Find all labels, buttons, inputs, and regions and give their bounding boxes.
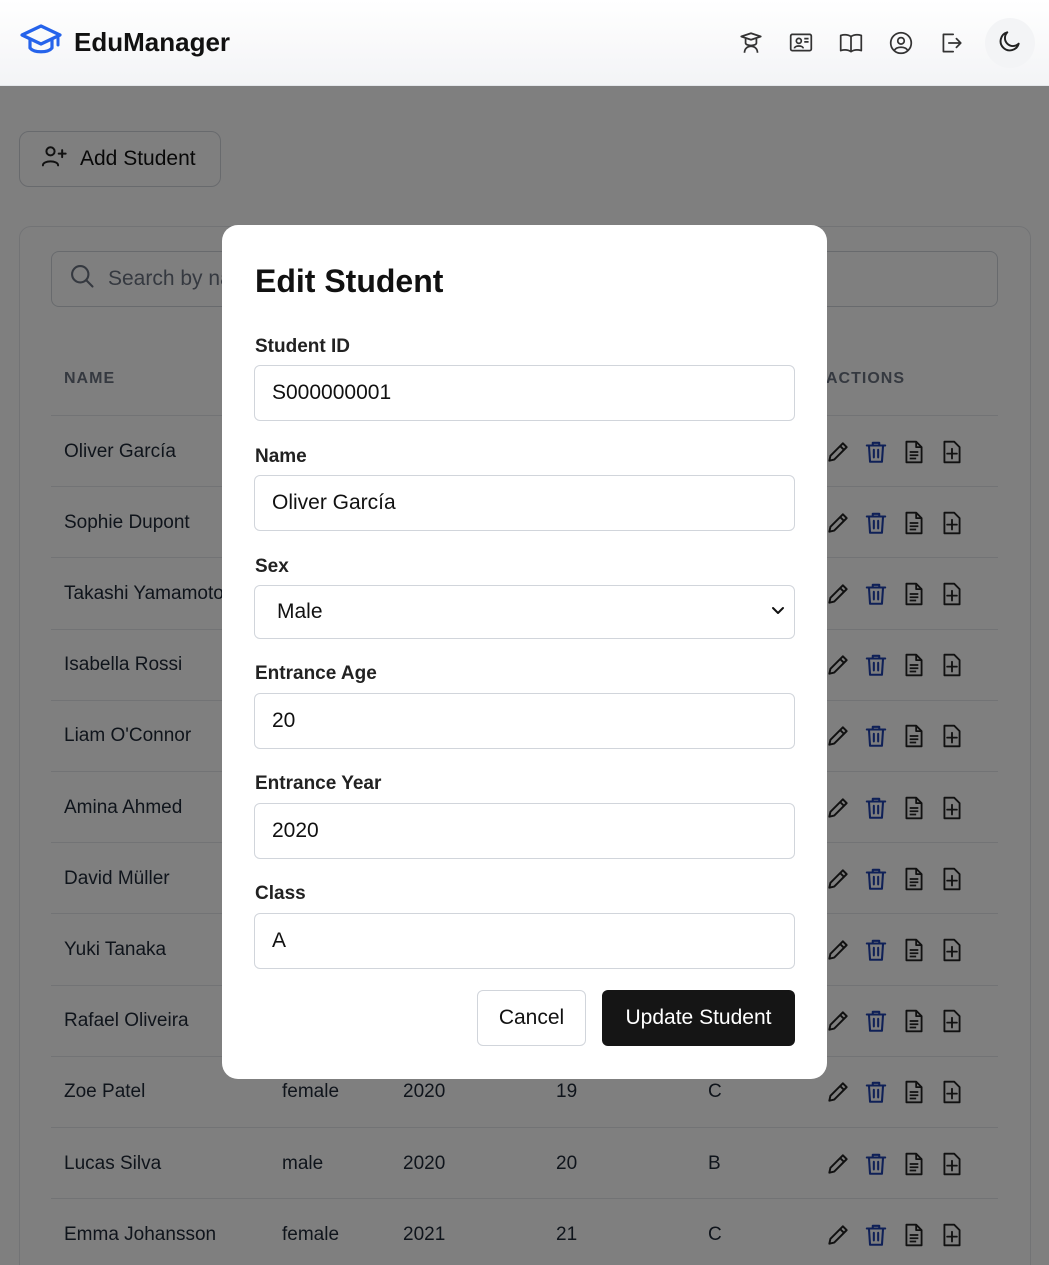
student-id-value: S000000001 [272, 381, 392, 404]
entrance-age-label: Entrance Age [255, 663, 377, 684]
classroom-icon[interactable] [781, 23, 821, 63]
edit-student-dialog: Edit Student Student ID S000000001 Name … [222, 225, 827, 1079]
sex-label: Sex [255, 556, 289, 577]
entrance-year-input[interactable]: 2020 [254, 803, 795, 859]
chevron-down-icon [770, 600, 786, 624]
student-id-input[interactable]: S000000001 [254, 365, 795, 421]
graduation-cap-logo-icon [20, 23, 62, 62]
name-value: Oliver García [272, 491, 396, 514]
cancel-button[interactable]: Cancel [477, 990, 586, 1046]
app-title: EduManager [74, 27, 231, 57]
entrance-age-input[interactable]: 20 [254, 693, 795, 749]
class-label: Class [255, 883, 306, 904]
user-circle-icon[interactable] [881, 23, 921, 63]
book-icon[interactable] [831, 23, 871, 63]
class-input[interactable]: A [254, 913, 795, 969]
entrance-year-label: Entrance Year [255, 773, 382, 794]
student-id-label: Student ID [255, 336, 350, 357]
sex-value: Male [277, 600, 323, 623]
theme-toggle-button[interactable] [985, 18, 1035, 68]
class-value: A [272, 929, 287, 952]
teacher-icon[interactable] [731, 23, 771, 63]
moon-icon [997, 28, 1023, 59]
app-header: EduManager [0, 0, 1049, 86]
update-student-button[interactable]: Update Student [602, 990, 795, 1046]
brand[interactable]: EduManager [20, 23, 230, 62]
entrance-age-value: 20 [272, 709, 296, 732]
dialog-title: Edit Student [255, 263, 444, 299]
nav-icons [731, 0, 1035, 86]
sex-select[interactable]: Male [254, 585, 795, 639]
entrance-year-value: 2020 [272, 819, 319, 842]
logout-icon[interactable] [931, 23, 971, 63]
name-label: Name [255, 446, 307, 467]
name-input[interactable]: Oliver García [254, 475, 795, 531]
